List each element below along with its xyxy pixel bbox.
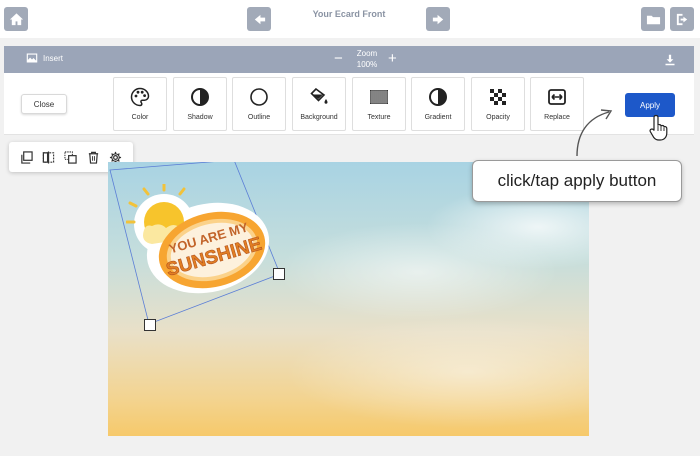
- insert-label: Insert: [43, 53, 64, 63]
- replace-icon: [548, 89, 566, 105]
- shadow-tool-button[interactable]: Shadow: [173, 77, 227, 131]
- folder-icon: [646, 15, 660, 24]
- instruction-callout: click/tap apply button: [472, 160, 682, 202]
- layer-button[interactable]: [64, 150, 78, 164]
- arrow-left-icon: [254, 14, 265, 24]
- close-button[interactable]: Close: [21, 94, 67, 114]
- tool-label: Outline: [247, 114, 271, 121]
- hint-arrow: [576, 109, 613, 157]
- exit-button[interactable]: [670, 7, 694, 31]
- page-title: Your Ecard Front: [312, 9, 386, 19]
- texture-icon: [370, 90, 388, 104]
- tool-label: Gradient: [424, 114, 452, 121]
- open-folder-button[interactable]: [641, 7, 665, 31]
- home-icon: [9, 12, 23, 25]
- delete-button[interactable]: [86, 150, 100, 164]
- insert-button[interactable]: Insert: [26, 52, 63, 64]
- zoom-value: 100%: [356, 60, 378, 69]
- tool-label: Opacity: [486, 114, 510, 121]
- layer-icon: [64, 150, 78, 164]
- tool-label: Shadow: [187, 114, 213, 121]
- resize-handle-bottom[interactable]: [144, 319, 156, 331]
- zoom-out-button[interactable]: −: [334, 51, 343, 66]
- texture-tool-button[interactable]: Texture: [352, 77, 406, 131]
- zoom-readout: Zoom 100%: [352, 48, 382, 70]
- tool-label: Texture: [367, 114, 391, 121]
- color-tool-button[interactable]: Color: [113, 77, 167, 131]
- top-bar: Your Ecard Front: [0, 0, 700, 38]
- resize-handle-right[interactable]: [273, 268, 285, 280]
- trash-icon: [88, 151, 99, 164]
- editor-toolbar: Insert − Zoom 100% +: [4, 46, 694, 73]
- sunshine-sticker[interactable]: YOU ARE MY SUNSHINE: [126, 184, 276, 302]
- prev-page-button[interactable]: [247, 7, 271, 31]
- background-tool-button[interactable]: Background: [292, 77, 346, 131]
- flip-button[interactable]: [42, 150, 56, 164]
- outline-tool-button[interactable]: Outline: [232, 77, 286, 131]
- tool-label: Background: [300, 114, 338, 121]
- ecard-canvas[interactable]: YOU ARE MY SUNSHINE: [108, 162, 589, 436]
- checker-icon: [490, 89, 506, 105]
- download-button[interactable]: [664, 53, 676, 66]
- palette-icon: [130, 87, 150, 107]
- flip-icon: [42, 150, 55, 164]
- circle-outline-icon: [250, 88, 268, 106]
- gradient-tool-button[interactable]: Gradient: [411, 77, 465, 131]
- arrow-right-icon: [432, 14, 443, 24]
- half-circle-icon: [191, 88, 209, 106]
- home-button[interactable]: [4, 7, 28, 31]
- next-page-button[interactable]: [426, 7, 450, 31]
- copy-icon: [20, 150, 33, 164]
- exit-icon: [676, 13, 687, 25]
- duplicate-button[interactable]: [19, 150, 33, 164]
- opacity-tool-button[interactable]: Opacity: [471, 77, 525, 131]
- tool-label: Color: [131, 114, 149, 121]
- zoom-label: Zoom: [356, 49, 378, 58]
- zoom-in-button[interactable]: +: [388, 51, 397, 66]
- gradient-icon: [429, 88, 447, 106]
- download-icon: [665, 54, 675, 66]
- paint-bucket-icon: [310, 87, 328, 104]
- hand-cursor-icon: [649, 114, 668, 141]
- image-icon: [26, 53, 38, 63]
